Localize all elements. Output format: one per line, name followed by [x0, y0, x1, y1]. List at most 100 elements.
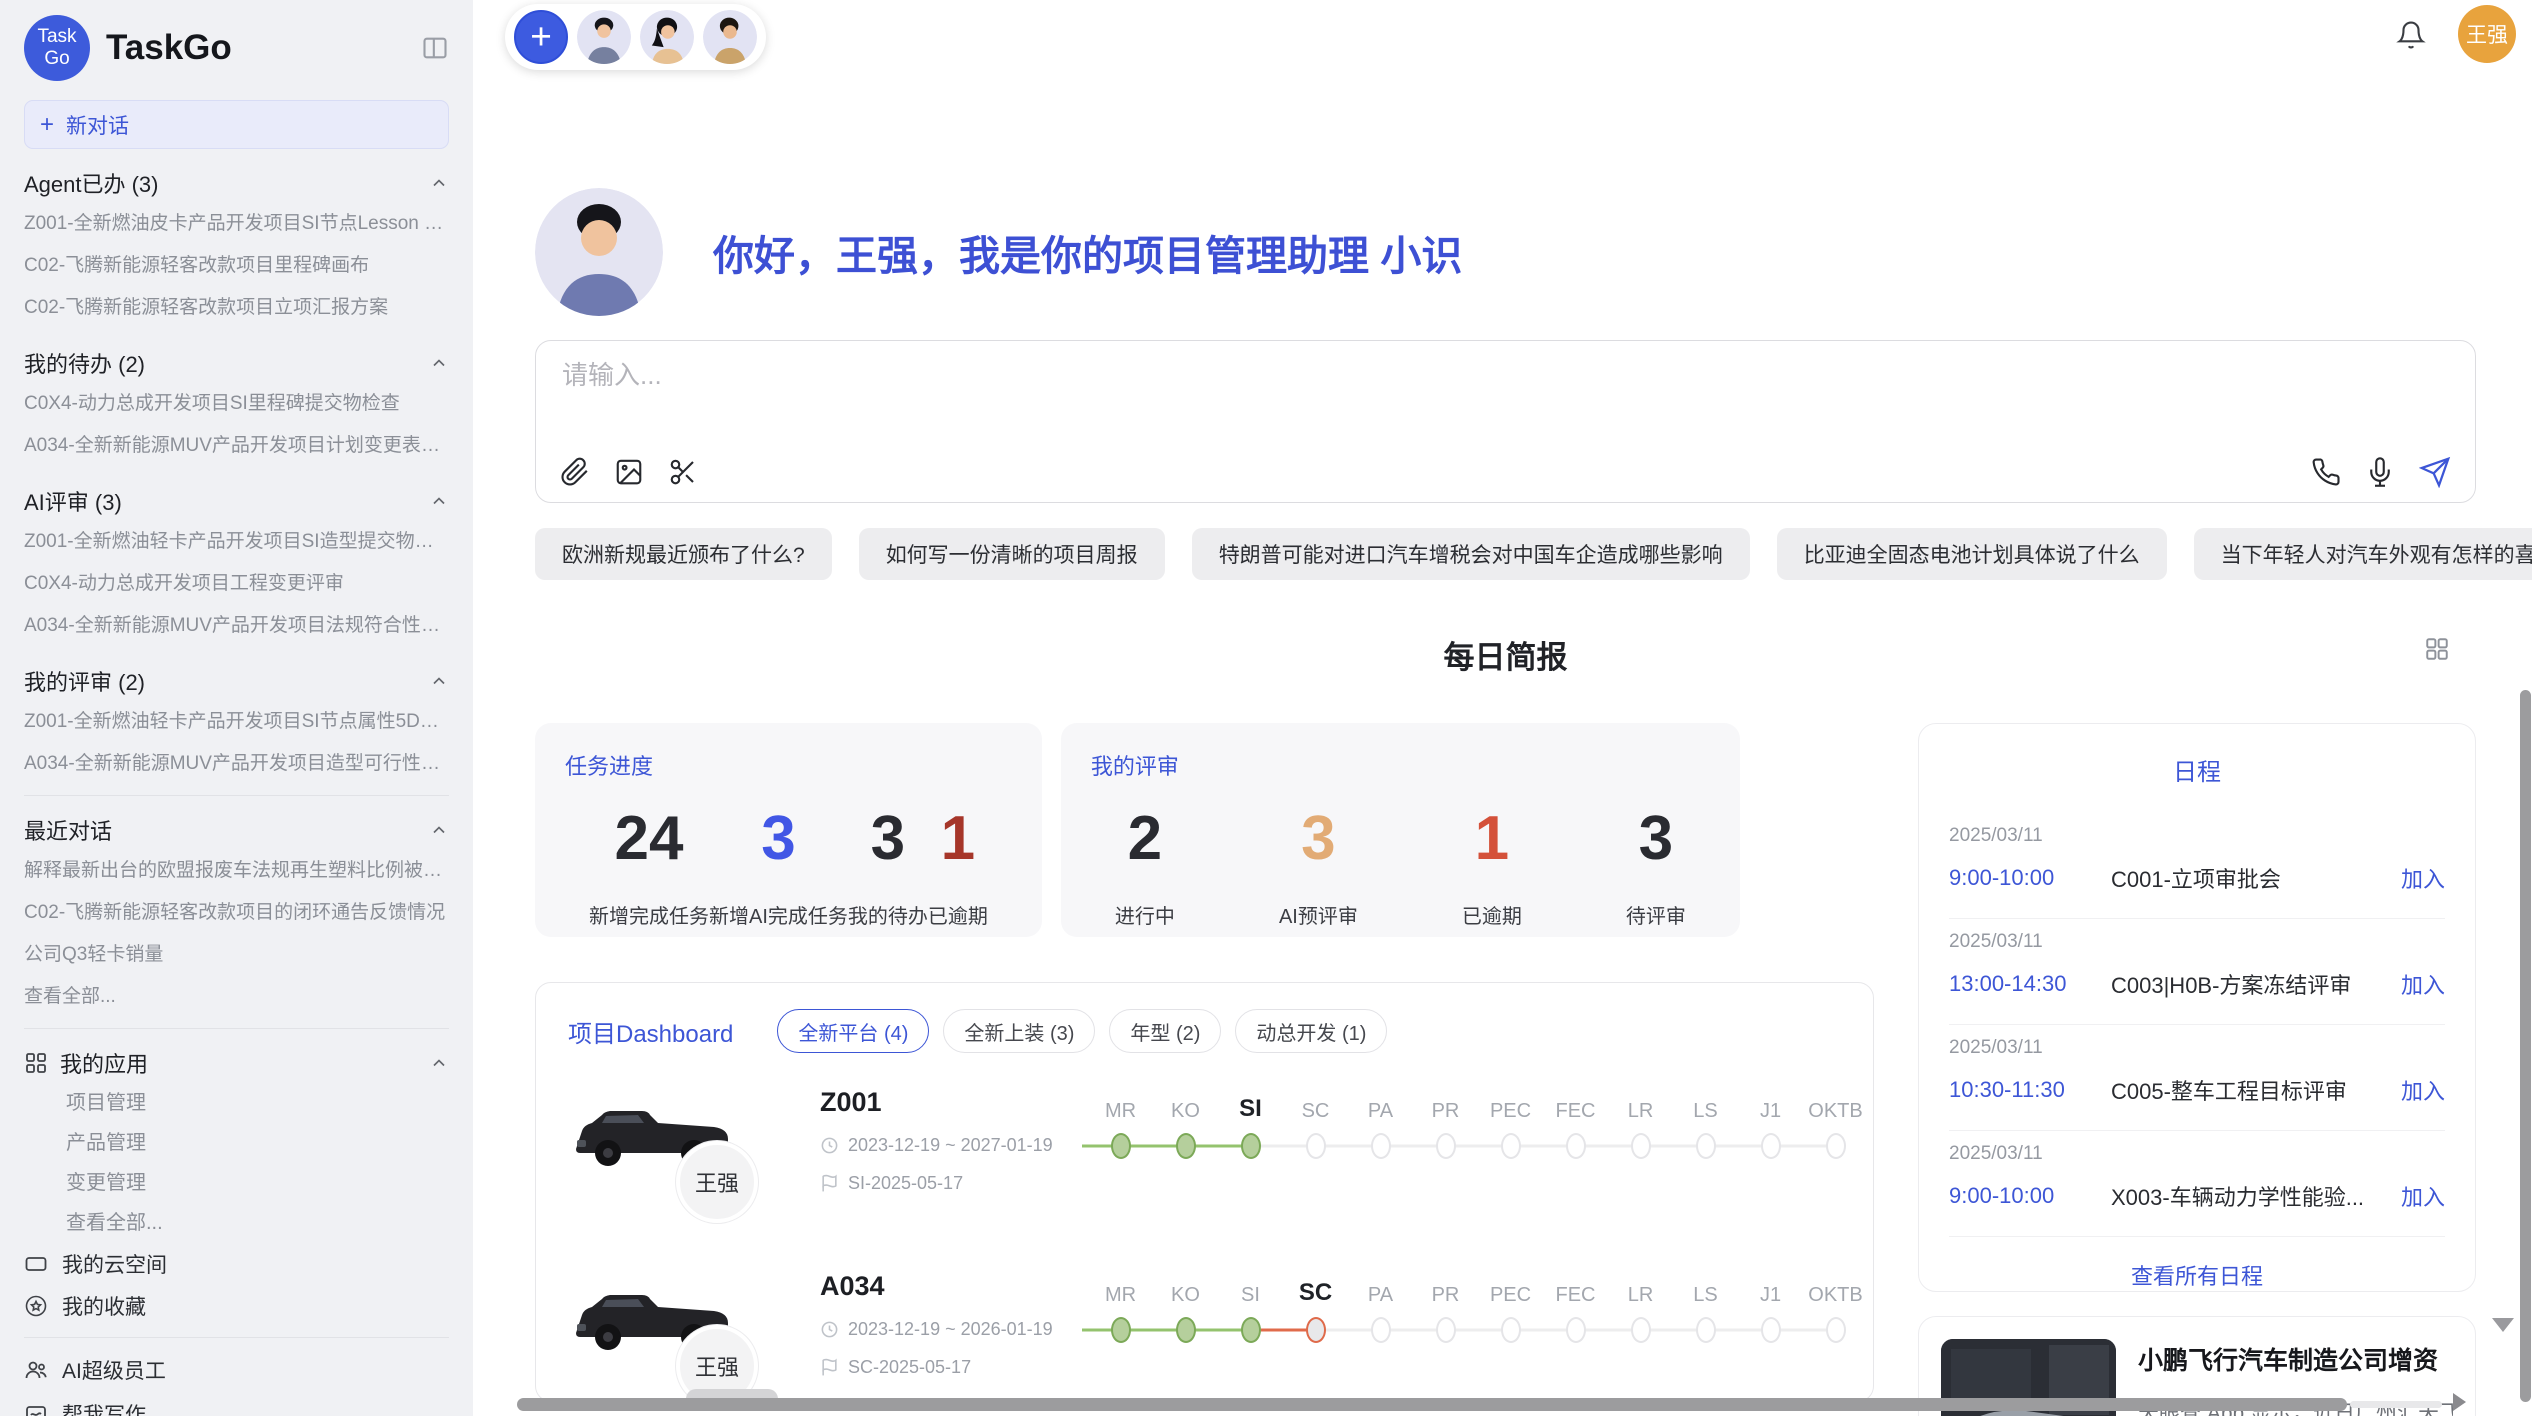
image-icon[interactable]	[614, 457, 644, 487]
my-apps-header[interactable]: 我的应用	[24, 1043, 449, 1083]
milestone-dot[interactable]	[1826, 1317, 1846, 1343]
recent-chat-item[interactable]: 公司Q3轻卡销量	[24, 934, 449, 976]
milestone-dot[interactable]	[1696, 1133, 1716, 1159]
sidebar-task-item[interactable]: Z001-全新燃油轻卡产品开发项目SI造型提交物评审	[24, 521, 449, 563]
dashboard-tab[interactable]: 年型 (2)	[1109, 1009, 1221, 1053]
scroll-down-arrow-icon[interactable]	[2492, 1318, 2514, 1332]
sidebar-section-header[interactable]: 我的待办 (2)	[24, 343, 449, 383]
scissors-icon[interactable]	[668, 457, 698, 487]
recent-chats-header[interactable]: 最近对话	[24, 810, 449, 850]
chevron-up-icon[interactable]	[429, 173, 449, 193]
milestone-dot[interactable]	[1631, 1133, 1651, 1159]
milestone-dot[interactable]	[1371, 1317, 1391, 1343]
app-item[interactable]: 产品管理	[24, 1123, 449, 1163]
milestone-dot[interactable]	[1241, 1317, 1261, 1343]
sidebar-section-header[interactable]: 我的评审 (2)	[24, 661, 449, 701]
app-item[interactable]: 项目管理	[24, 1083, 449, 1123]
milestone-dot[interactable]	[1371, 1133, 1391, 1159]
agent-avatar[interactable]	[577, 10, 631, 64]
milestone-dot[interactable]	[1176, 1317, 1196, 1343]
chevron-up-icon[interactable]	[429, 353, 449, 373]
sidebar-task-item[interactable]: C0X4-动力总成开发项目工程变更评审	[24, 563, 449, 605]
suggestion-chip[interactable]: 如何写一份清晰的项目周报	[859, 528, 1165, 580]
milestone-dot[interactable]	[1241, 1133, 1261, 1159]
user-avatar[interactable]: 王强	[2458, 5, 2516, 63]
agent-avatar[interactable]	[703, 10, 757, 64]
sidebar-task-item[interactable]: C02-飞腾新能源轻客改款项目立项汇报方案	[24, 287, 449, 329]
dashboard-tab[interactable]: 全新上装 (3)	[943, 1009, 1095, 1053]
cloud-drive-icon	[24, 1252, 48, 1276]
recent-chat-item[interactable]: 解释最新出台的欧盟报废车法规再生塑料比例被调至15%...	[24, 850, 449, 892]
stat-label: 待评审	[1626, 900, 1686, 929]
sidebar-task-item[interactable]: A034-全新新能源MUV产品开发项目造型可行性评审	[24, 743, 449, 785]
agent-avatar[interactable]	[640, 10, 694, 64]
sidebar-item-cloud-space[interactable]: 我的云空间	[24, 1243, 449, 1285]
app-item[interactable]: 变更管理	[24, 1163, 449, 1203]
sidebar-item-ai-super-staff[interactable]: AI超级员工	[24, 1348, 449, 1392]
join-meeting-link[interactable]: 加入	[2401, 1074, 2445, 1106]
milestone-dot[interactable]	[1306, 1133, 1326, 1159]
milestone-dot[interactable]	[1826, 1133, 1846, 1159]
suggestion-chip[interactable]: 比亚迪全固态电池计划具体说了什么	[1777, 528, 2167, 580]
dashboard-tab[interactable]: 全新平台 (4)	[777, 1009, 929, 1053]
join-meeting-link[interactable]: 加入	[2401, 968, 2445, 1000]
sidebar-task-item[interactable]: C0X4-动力总成开发项目SI里程碑提交物检查	[24, 383, 449, 425]
dashboard-tab[interactable]: 动总开发 (1)	[1235, 1009, 1387, 1053]
sidebar-task-item[interactable]: C02-飞腾新能源轻客改款项目里程碑画布	[24, 245, 449, 287]
milestone-dot[interactable]	[1501, 1317, 1521, 1343]
chevron-up-icon[interactable]	[429, 820, 449, 840]
milestone-dot[interactable]	[1566, 1317, 1586, 1343]
milestone-dot[interactable]	[1306, 1317, 1326, 1343]
sidebar-item-help-me-write[interactable]: 帮我写作	[24, 1392, 449, 1416]
milestone-dot[interactable]	[1761, 1133, 1781, 1159]
join-meeting-link[interactable]: 加入	[2401, 862, 2445, 894]
scroll-right-arrow-icon[interactable]	[2453, 1393, 2466, 1411]
layout-grid-icon[interactable]	[2424, 636, 2450, 662]
milestone-dot[interactable]	[1566, 1133, 1586, 1159]
stat-value: 3	[1639, 803, 1673, 874]
project-row[interactable]: 王强 Z001 2023-12-19 ~ 2027	[568, 1085, 1841, 1237]
milestone-dot[interactable]	[1761, 1317, 1781, 1343]
phone-call-icon[interactable]	[2311, 457, 2341, 487]
join-meeting-link[interactable]: 加入	[2401, 1180, 2445, 1212]
new-chat-button[interactable]: + 新对话	[24, 100, 449, 149]
project-media: 王强	[568, 1085, 820, 1237]
chevron-up-icon[interactable]	[429, 1053, 449, 1073]
sidebar-section-header[interactable]: AI评审 (3)	[24, 481, 449, 521]
chat-input[interactable]	[560, 359, 2455, 392]
vertical-scrollbar-thumb[interactable]	[2520, 690, 2531, 1402]
collapse-sidebar-icon[interactable]	[421, 34, 449, 62]
recent-chat-item[interactable]: 查看全部...	[24, 976, 449, 1018]
milestone-dot[interactable]	[1631, 1317, 1651, 1343]
chevron-up-icon[interactable]	[429, 491, 449, 511]
send-icon[interactable]	[2419, 456, 2451, 488]
add-agent-button[interactable]: +	[514, 10, 568, 64]
milestone-dot[interactable]	[1501, 1133, 1521, 1159]
sidebar-item-favorites[interactable]: 我的收藏	[24, 1285, 449, 1327]
attachment-icon[interactable]	[560, 457, 590, 487]
milestone-dot[interactable]	[1436, 1317, 1456, 1343]
milestone-dot[interactable]	[1111, 1133, 1131, 1159]
horizontal-scrollbar-thumb[interactable]	[517, 1398, 2347, 1411]
milestone-dot[interactable]	[1176, 1133, 1196, 1159]
milestone-dot[interactable]	[1436, 1133, 1456, 1159]
sidebar-task-item[interactable]: A034-全新新能源MUV产品开发项目法规符合性评审	[24, 605, 449, 647]
suggestion-chip[interactable]: 特朗普可能对进口汽车增税会对中国车企造成哪些影响	[1192, 528, 1750, 580]
sidebar-task-item[interactable]: Z001-全新燃油皮卡产品开发项目SI节点Lesson Learn报告	[24, 203, 449, 245]
milestone: MR	[1088, 1087, 1153, 1161]
recent-chat-item[interactable]: C02-飞腾新能源轻客改款项目的闭环通告反馈情况	[24, 892, 449, 934]
view-all-schedule-link[interactable]: 查看所有日程	[1949, 1259, 2445, 1291]
milestone-dot[interactable]	[1696, 1317, 1716, 1343]
notifications-bell-icon[interactable]	[2396, 20, 2426, 50]
sidebar-task-item[interactable]: A034-全新新能源MUV产品开发项目计划变更表编写	[24, 425, 449, 467]
milestone-label: J1	[1760, 1087, 1781, 1123]
milestone-dot[interactable]	[1111, 1317, 1131, 1343]
microphone-icon[interactable]	[2365, 457, 2395, 487]
sidebar-task-item[interactable]: Z001-全新燃油轻卡产品开发项目SI节点属性5D文件评审	[24, 701, 449, 743]
chevron-up-icon[interactable]	[429, 671, 449, 691]
suggestion-chip[interactable]: 欧洲新规最近颁布了什么?	[535, 528, 832, 580]
suggestion-chip[interactable]: 当下年轻人对汽车外观有怎样的喜好趋势	[2194, 528, 2532, 580]
sidebar-section-header[interactable]: Agent已办 (3)	[24, 163, 449, 203]
app-item[interactable]: 查看全部...	[24, 1203, 449, 1243]
project-row[interactable]: 王强 A034 2023-12-19 ~ 2026	[568, 1269, 1841, 1402]
